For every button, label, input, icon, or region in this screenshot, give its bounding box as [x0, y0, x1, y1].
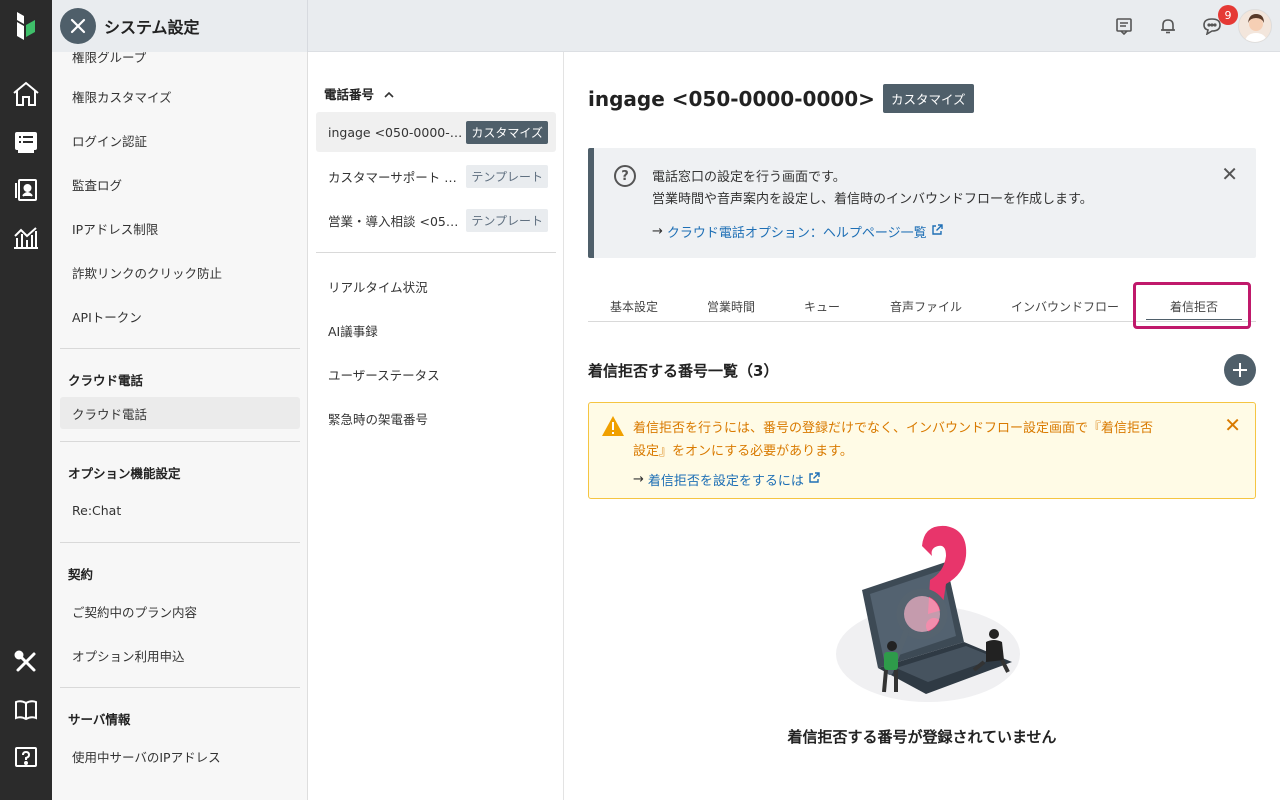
sidebar-item-permission-customize[interactable]: 権限カスタマイズ [60, 80, 300, 112]
bell-icon[interactable] [1154, 12, 1182, 40]
rejection-setup-link[interactable]: → 着信拒否を設定をするには [633, 470, 820, 489]
ai-minutes-link[interactable]: AI議事録 [328, 321, 378, 340]
rejection-setup-link-label: 着信拒否を設定をするには [647, 474, 804, 489]
sidebar-item-permission-group[interactable]: 権限グループ [60, 52, 300, 72]
close-icon[interactable]: ✕ [1221, 162, 1238, 186]
help-page-link-label: クラウド電話オプション：ヘルプページ一覧 [666, 226, 927, 241]
chevron-up-icon [384, 86, 394, 101]
sidebar-item-cloud-phone[interactable]: クラウド電話 [60, 397, 300, 429]
left-rail [0, 0, 52, 800]
sidebar-heading-server: サーバ情報 [68, 712, 131, 727]
arrow-right-icon: → [633, 472, 644, 487]
info-text-line2: 営業時間や音声案内を設定し、着信時のインバウンドフローを作成します。 [652, 192, 1093, 207]
question-icon: ? [614, 165, 636, 187]
app-logo[interactable] [0, 0, 52, 52]
divider [316, 252, 556, 253]
notification-badge: 9 [1218, 5, 1238, 25]
phone-number-list: 電話番号 ingage <050-0000-0000> カスタマイズ カスタマー… [308, 52, 564, 800]
sidebar-heading-cloud-phone: クラウド電話 [68, 373, 144, 388]
help-icon[interactable] [10, 742, 42, 774]
template-tag: テンプレート [466, 164, 548, 188]
tab-basic[interactable]: 基本設定 [610, 298, 658, 315]
main-content: ingage <050-0000-0000> カスタマイズ ? 電話窓口の設定を… [564, 52, 1280, 800]
sidebar-item-rechat[interactable]: Re:Chat [60, 494, 300, 526]
header-title-area: システム設定 [52, 0, 308, 52]
phone-number-item[interactable]: カスタマーサポート <050-0000-0000> テンプレート [316, 156, 556, 196]
phone-number-name: ingage <050-0000-0000> [328, 124, 464, 140]
settings-sidebar: 権限グループ 権限カスタマイズ ログイン認証 監査ログ IPアドレス制限 詐欺リ… [52, 52, 308, 800]
customize-tag: カスタマイズ [466, 120, 548, 144]
announcement-icon[interactable] [1110, 12, 1138, 40]
sidebar-item-audit-log[interactable]: 監査ログ [60, 168, 300, 200]
tab-inbound-flow[interactable]: インバウンドフロー [1011, 298, 1119, 315]
phone-number-heading[interactable]: 電話番号 [324, 84, 394, 103]
settings-tools-icon [60, 8, 96, 44]
phone-number-name: 営業・導入相談 <050-0000-0000> [328, 213, 464, 229]
tools-icon[interactable] [10, 646, 42, 678]
sidebar-heading-contract: 契約 [68, 567, 94, 582]
warning-icon [601, 415, 625, 441]
sidebar-item-login-auth[interactable]: ログイン認証 [60, 124, 300, 156]
contact-icon[interactable] [10, 174, 42, 206]
tab-business-hours[interactable]: 営業時間 [707, 298, 755, 315]
help-page-link[interactable]: → クラウド電話オプション：ヘルプページ一覧 [652, 222, 943, 241]
phone-number-item[interactable]: ingage <050-0000-0000> カスタマイズ [316, 112, 556, 152]
phone-number-name: カスタマーサポート <050-0000-0000> [328, 169, 464, 185]
add-number-button[interactable] [1224, 354, 1256, 386]
sidebar-item-ip-restriction[interactable]: IPアドレス制限 [60, 212, 300, 244]
top-header: システム設定 9 [52, 0, 1280, 52]
page-title-text: ingage <050-0000-0000> [588, 86, 875, 111]
page-title: ingage <050-0000-0000> カスタマイズ [588, 84, 974, 113]
emergency-number-link[interactable]: 緊急時の架電番号 [328, 409, 428, 428]
empty-state-message: 着信拒否する番号が登録されていません [787, 728, 1057, 746]
page-header-title: システム設定 [104, 18, 200, 37]
tab-queue[interactable]: キュー [804, 298, 840, 315]
divider [60, 542, 300, 543]
tab-highlight-box [1133, 282, 1251, 329]
book-icon[interactable] [10, 694, 42, 726]
divider [60, 687, 300, 688]
sidebar-item-plan[interactable]: ご契約中のプラン内容 [60, 595, 300, 627]
external-link-icon [931, 223, 943, 240]
section-title: 着信拒否する番号一覧（3） [588, 362, 779, 380]
avatar[interactable] [1238, 9, 1272, 43]
template-tag: テンプレート [466, 208, 548, 232]
home-icon[interactable] [10, 78, 42, 110]
phone-number-item[interactable]: 営業・導入相談 <050-0000-0000> テンプレート [316, 200, 556, 240]
phone-number-heading-label: 電話番号 [324, 87, 375, 102]
sidebar-item-server-ip[interactable]: 使用中サーバのIPアドレス [60, 740, 300, 772]
divider [60, 441, 300, 442]
sidebar-item-fraud-link[interactable]: 詐欺リンクのクリック防止 [60, 256, 300, 288]
close-icon[interactable]: ✕ [1224, 413, 1241, 437]
tab-audio-file[interactable]: 音声ファイル [890, 298, 962, 315]
sidebar-item-option-apply[interactable]: オプション利用申込 [60, 639, 300, 671]
info-text-line1: 電話窓口の設定を行う画面です。 [652, 170, 846, 185]
divider [60, 348, 300, 349]
warning-text-line1: 着信拒否を行うには、番号の登録だけでなく、インバウンドフロー設定画面で『着信拒否 [633, 421, 1154, 436]
external-link-icon [808, 471, 820, 488]
analytics-icon[interactable] [10, 222, 42, 254]
info-banner: ? 電話窓口の設定を行う画面です。 営業時間や音声案内を設定し、着信時のインバウ… [588, 148, 1256, 258]
empty-state-illustration [826, 522, 1026, 712]
settings-tabs: 基本設定 営業時間 キュー 音声ファイル インバウンドフロー 着信拒否 [588, 282, 1256, 329]
customize-tag: カスタマイズ [882, 84, 974, 113]
arrow-right-icon: → [652, 224, 663, 239]
sidebar-heading-options: オプション機能設定 [68, 466, 181, 481]
list-icon[interactable] [10, 126, 42, 158]
warning-banner: 着信拒否を行うには、番号の登録だけでなく、インバウンドフロー設定画面で『着信拒否… [588, 402, 1256, 499]
sidebar-item-api-token[interactable]: APIトークン [60, 300, 300, 332]
warning-text-line2: 設定』をオンにする必要があります。 [633, 444, 853, 459]
realtime-status-link[interactable]: リアルタイム状況 [328, 277, 428, 296]
user-status-link[interactable]: ユーザーステータス [328, 365, 440, 384]
